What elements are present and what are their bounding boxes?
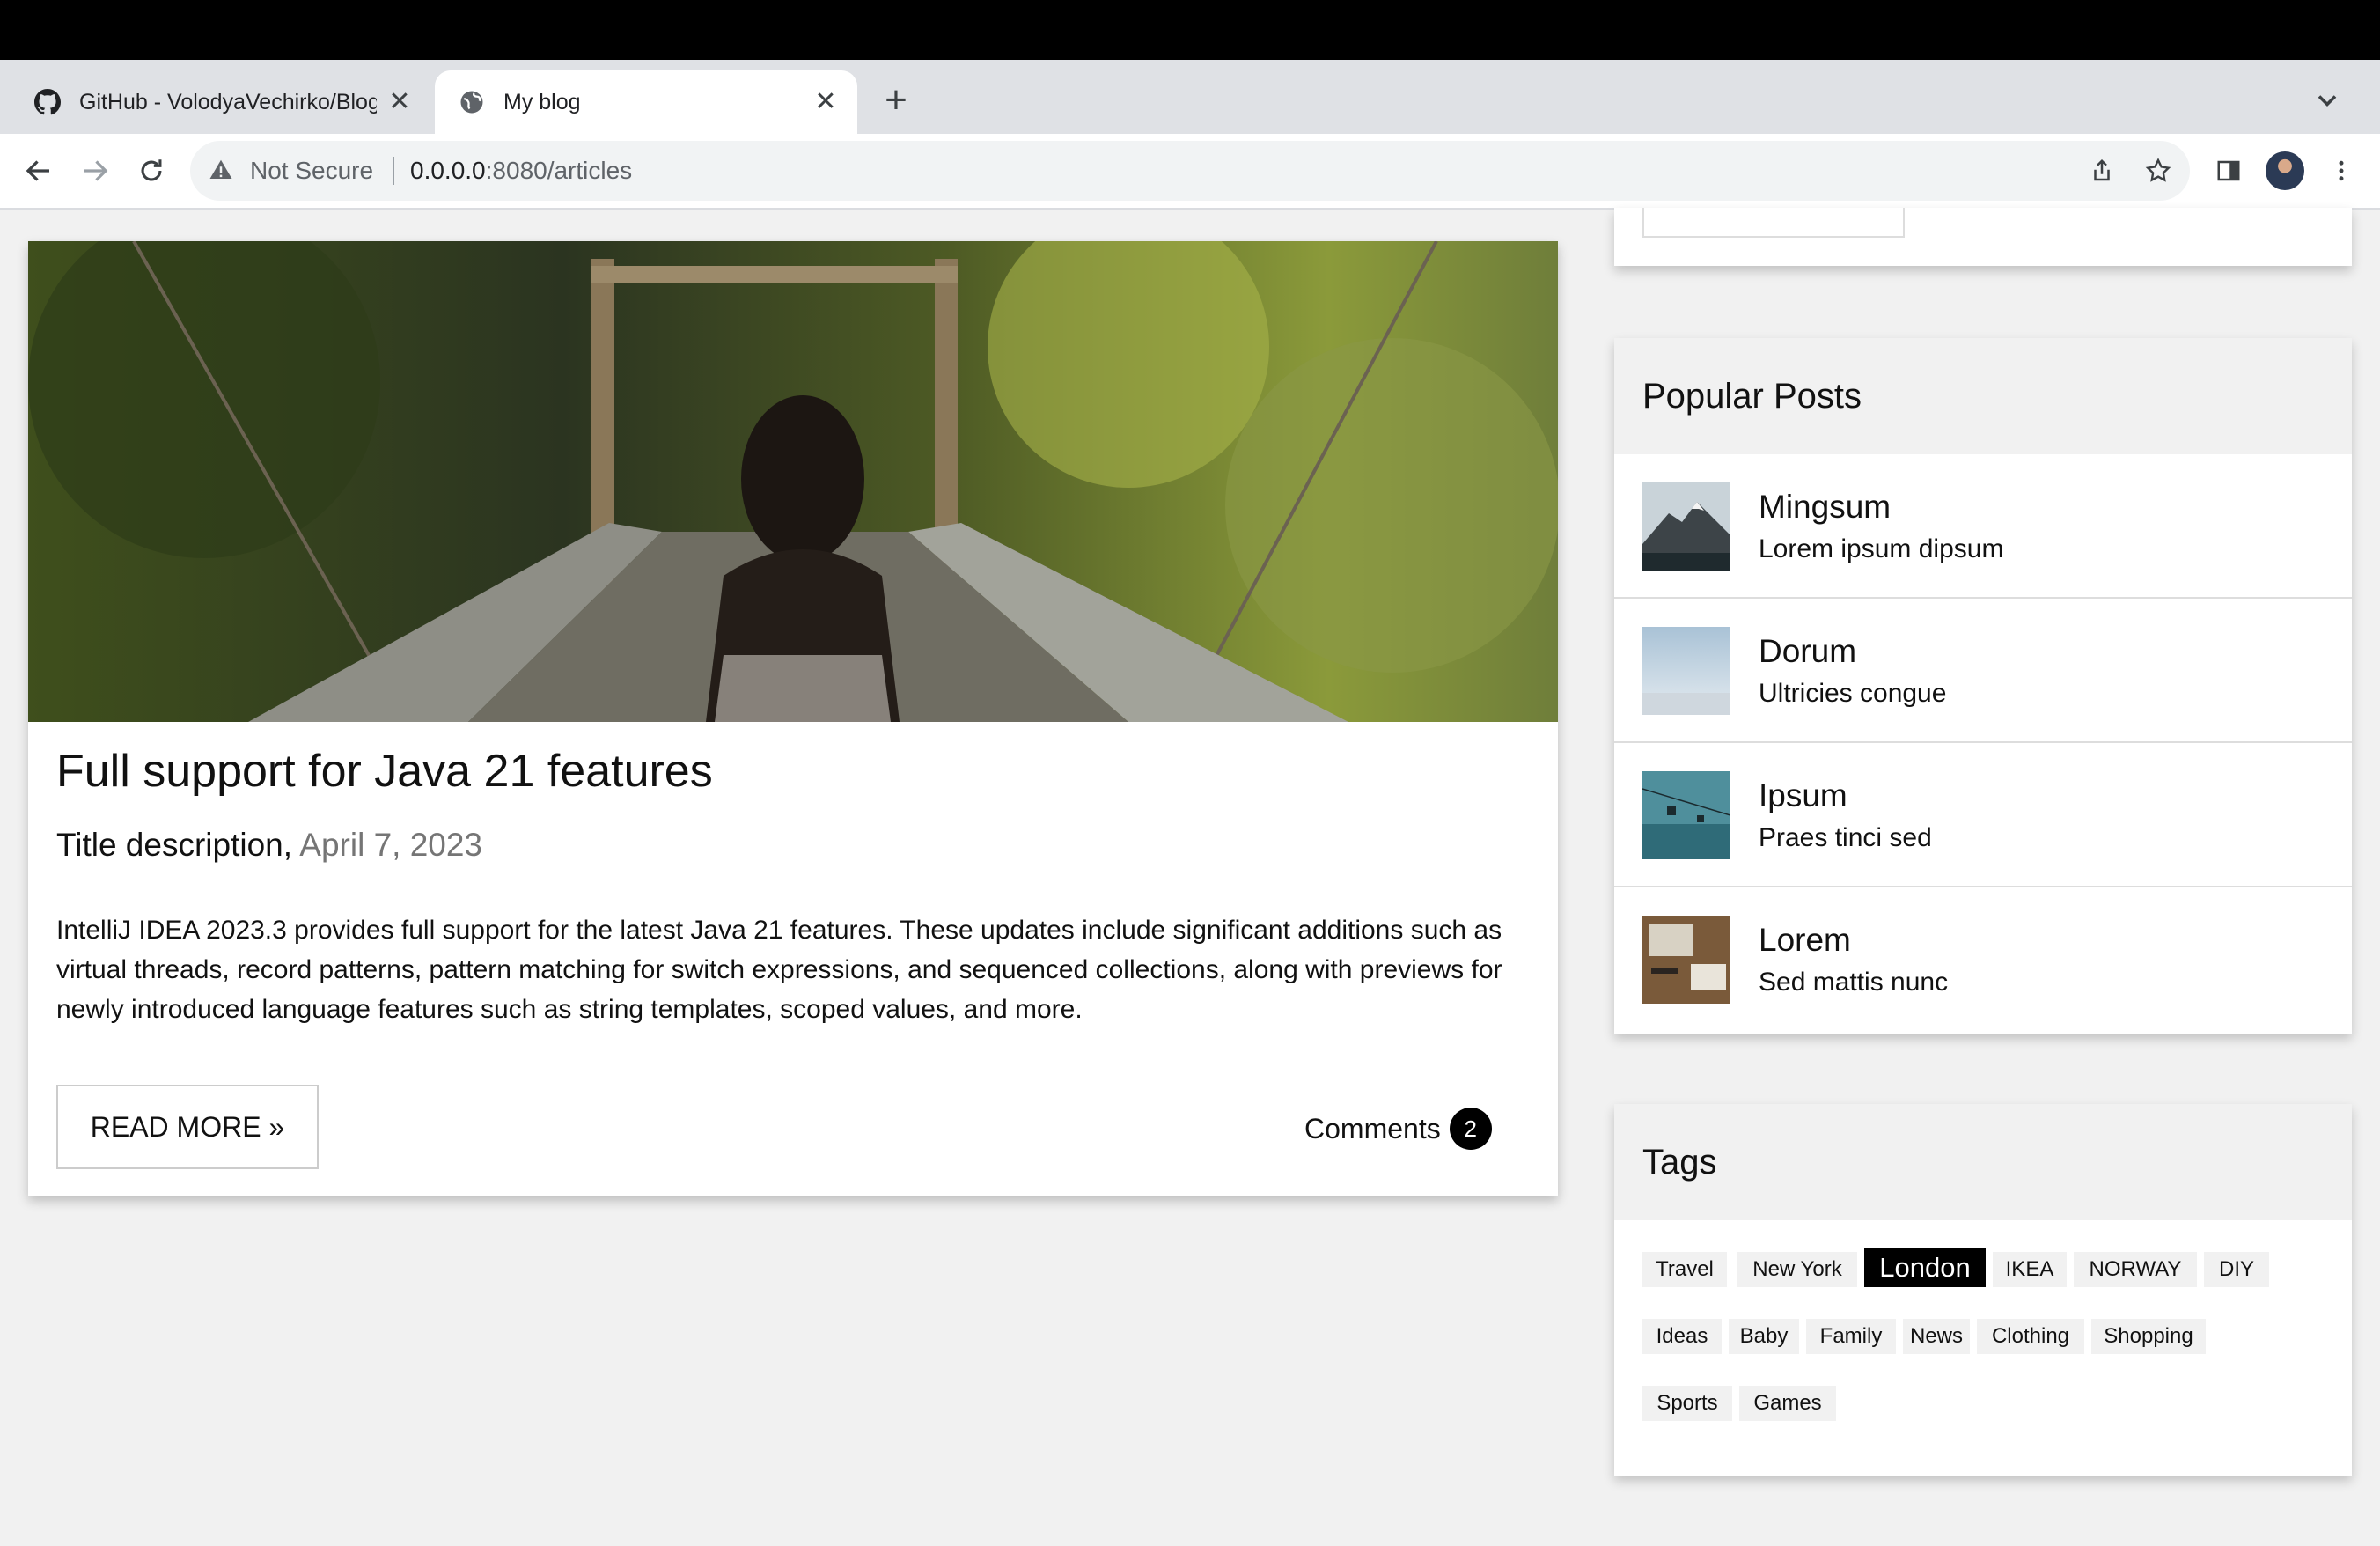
read-more-button[interactable]: READ MORE »	[56, 1085, 319, 1169]
warning-icon[interactable]	[208, 157, 236, 185]
security-label[interactable]: Not Secure	[250, 155, 373, 187]
post-description: Sed mattis nunc	[1759, 968, 1949, 997]
tag-item[interactable]: NORWAY	[2074, 1252, 2197, 1287]
post-title: Lorem	[1759, 922, 1851, 958]
tag-item[interactable]: Travel	[1642, 1252, 1727, 1287]
tag-item[interactable]: Family	[1806, 1319, 1896, 1354]
popular-post-item[interactable]: Lorem Sed mattis nunc	[1614, 887, 2352, 1032]
tab-my-blog[interactable]: My blog ✕	[435, 70, 857, 134]
popular-post-item[interactable]: Mingsum Lorem ipsum dipsum	[1614, 454, 2352, 599]
tag-item[interactable]: Shopping	[2091, 1319, 2206, 1354]
globe-icon	[458, 88, 486, 116]
close-tab-icon[interactable]: ✕	[386, 88, 414, 116]
side-panel-icon[interactable]	[2211, 153, 2246, 188]
popular-post-item[interactable]: Dorum Ultricies congue	[1614, 599, 2352, 743]
tags-card: Tags Travel New York London IKEA NORWAY …	[1614, 1104, 2352, 1476]
tab-search-icon[interactable]	[2311, 85, 2343, 116]
tab-github[interactable]: GitHub - VolodyaVechirko/Blog ✕	[11, 70, 431, 134]
tag-item[interactable]: Clothing	[1977, 1319, 2084, 1354]
post-thumbnail-workspace	[1642, 916, 1730, 1004]
url-host: 0.0.0.0	[410, 157, 486, 184]
popular-posts-heading: Popular Posts	[1614, 338, 2352, 454]
menu-dots-icon[interactable]	[2324, 153, 2359, 188]
system-top-bar	[0, 0, 2380, 60]
forward-icon[interactable]	[77, 153, 113, 188]
popular-posts-card: Popular Posts Mingsum Lorem ipsum dipsum…	[1614, 338, 2352, 1034]
sidebar-search-card	[1614, 208, 2352, 266]
tags-heading: Tags	[1614, 1104, 2352, 1220]
bookmark-star-icon[interactable]	[2141, 153, 2176, 188]
post-title: Ipsum	[1759, 777, 1847, 813]
popular-post-item[interactable]: Ipsum Praes tinci sed	[1614, 743, 2352, 887]
tag-item-active[interactable]: London	[1864, 1248, 1986, 1287]
article-body: IntelliJ IDEA 2023.3 provides full suppo…	[56, 916, 1502, 1024]
sidebar-input-field[interactable]	[1642, 208, 1905, 238]
tag-item[interactable]: DIY	[2204, 1252, 2269, 1287]
comments-count-badge: 2	[1449, 1108, 1492, 1150]
back-icon[interactable]	[21, 153, 56, 188]
post-description: Lorem ipsum dipsum	[1759, 534, 2004, 563]
post-title: Mingsum	[1759, 489, 1892, 525]
tab-title: GitHub - VolodyaVechirko/Blog	[79, 89, 377, 114]
tag-item[interactable]: New York	[1737, 1252, 1857, 1287]
tag-item[interactable]: Baby	[1729, 1319, 1799, 1354]
post-thumbnail-cable-car	[1642, 771, 1730, 859]
share-icon[interactable]	[2084, 153, 2119, 188]
close-tab-icon[interactable]: ✕	[812, 88, 840, 116]
comments-link[interactable]: Comments 2	[1304, 1108, 1492, 1150]
article-card: Full support for Java 21 features Title …	[28, 241, 1558, 1196]
article-hero-image	[28, 241, 1558, 722]
post-description: Praes tinci sed	[1759, 823, 1932, 852]
tag-item[interactable]: Sports	[1642, 1386, 1732, 1421]
omnibox-divider	[393, 157, 394, 185]
tab-title: My blog	[503, 89, 581, 114]
post-thumbnail-mountain	[1642, 482, 1730, 571]
comments-label: Comments	[1304, 1112, 1441, 1145]
new-tab-button[interactable]: +	[877, 81, 915, 120]
tag-item[interactable]: News	[1903, 1319, 1970, 1354]
article-title[interactable]: Full support for Java 21 features	[56, 743, 713, 799]
url-path: :8080/articles	[485, 157, 633, 184]
tag-item[interactable]: Ideas	[1642, 1319, 1722, 1354]
post-description: Ultricies congue	[1759, 679, 1947, 708]
profile-avatar[interactable]	[2266, 151, 2304, 190]
article-subtitle-text: Title description,	[56, 827, 293, 863]
post-title: Dorum	[1759, 633, 1857, 669]
tag-item[interactable]: Games	[1739, 1386, 1836, 1421]
article-date: April 7, 2023	[299, 827, 483, 863]
post-thumbnail-clouds	[1642, 627, 1730, 715]
url-text[interactable]: 0.0.0.0:8080/articles	[410, 155, 632, 187]
tag-item[interactable]: IKEA	[1993, 1252, 2067, 1287]
github-icon	[33, 88, 62, 116]
reload-icon[interactable]	[134, 153, 169, 188]
article-subtitle: Title description, April 7, 2023	[56, 824, 482, 866]
